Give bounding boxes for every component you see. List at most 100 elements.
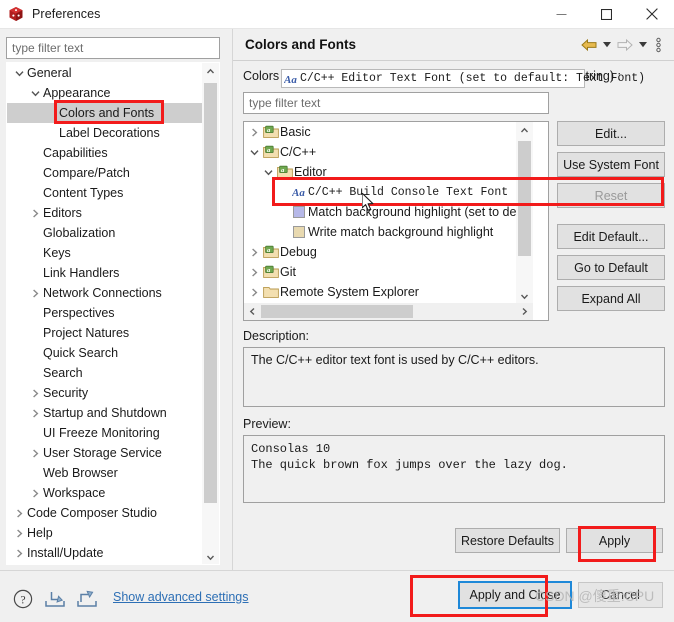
chevron-right-icon[interactable] [27, 488, 43, 498]
chevron-down-icon[interactable] [11, 70, 27, 77]
expand-all-button[interactable]: Expand All [557, 286, 665, 311]
restore-defaults-button[interactable]: Restore Defaults [455, 528, 560, 553]
font-tree-row[interactable]: Match background highlight (set to def [244, 202, 520, 222]
sidebar-item-ui-freeze-monitoring[interactable]: UI Freeze Monitoring [7, 423, 204, 443]
font-tree-vscrollbar[interactable] [516, 122, 533, 305]
sidebar-scroll-thumb[interactable] [204, 83, 217, 503]
chevron-right-icon[interactable] [247, 287, 262, 297]
go-to-default-button[interactable]: Go to Default [557, 255, 665, 280]
chevron-down-icon[interactable] [247, 149, 262, 156]
font-tree-hscroll-thumb[interactable] [261, 305, 413, 318]
folder-font-icon: a [262, 145, 280, 159]
font-tree-row[interactable]: Write match background highlight [244, 222, 516, 242]
font-tree-row[interactable]: a Basic [244, 122, 516, 142]
export-icon[interactable] [76, 588, 98, 610]
maximize-button[interactable] [584, 0, 629, 29]
font-tree-row-label: Remote System Explorer [280, 285, 419, 299]
font-tree-row[interactable]: a Debug [244, 242, 516, 262]
sidebar-item-appearance[interactable]: Appearance [7, 83, 204, 103]
chevron-down-icon[interactable] [27, 90, 43, 97]
minimize-button[interactable] [539, 0, 584, 29]
show-advanced-settings-link[interactable]: Show advanced settings [113, 590, 249, 604]
sidebar-item-quick-search[interactable]: Quick Search [7, 343, 204, 363]
question-mark-icon[interactable]: ? [12, 588, 34, 610]
font-filter-placeholder: type filter text [249, 96, 321, 110]
sidebar-scrollbar[interactable] [202, 63, 219, 564]
svg-text:?: ? [20, 594, 25, 606]
sidebar-item-startup-and-shutdown[interactable]: Startup and Shutdown [7, 403, 204, 423]
sidebar-item-perspectives[interactable]: Perspectives [7, 303, 204, 323]
font-filter-input[interactable]: type filter text [243, 92, 549, 114]
use-system-font-button[interactable]: Use System Font [557, 152, 665, 177]
chevron-right-icon[interactable] [27, 388, 43, 398]
edit-default-button[interactable]: Edit Default... [557, 224, 665, 249]
sidebar-item-keys[interactable]: Keys [7, 243, 204, 263]
sidebar-tree[interactable]: General Appearance Colors and Fonts Label D… [6, 62, 220, 565]
chevron-right-icon[interactable] [247, 267, 262, 277]
sidebar-item-project-natures[interactable]: Project Natures [7, 323, 204, 343]
sidebar-item-search[interactable]: Search [7, 363, 204, 383]
sidebar-item-help[interactable]: Help [7, 523, 204, 543]
font-tree-row[interactable]: a C/C++ [244, 142, 516, 162]
sidebar-item-colors-and-fonts[interactable]: Colors and Fonts [7, 103, 204, 123]
folder-font-icon: a [276, 165, 294, 179]
sidebar-item-general[interactable]: General [7, 63, 204, 83]
font-tree-scroll-thumb[interactable] [518, 141, 531, 256]
apply-button[interactable]: Apply [566, 528, 663, 553]
back-history-chevron-down-icon[interactable] [600, 35, 613, 55]
chevron-right-icon[interactable] [247, 247, 262, 257]
font-tree-row[interactable]: a Editor [244, 162, 516, 182]
folder-font-icon: a [262, 125, 280, 139]
font-tree-selected-item[interactable]: Aa C/C++ Editor Text Font (set to defaul… [281, 69, 645, 88]
chevron-right-icon[interactable] [11, 508, 27, 518]
sidebar-item-workspace[interactable]: Workspace [7, 483, 204, 503]
close-button[interactable] [629, 0, 674, 29]
sidebar-item-web-browser[interactable]: Web Browser [7, 463, 204, 483]
font-tree[interactable]: a Basic a C/C++ a Editor Aa C/C++ Build Console… [243, 121, 549, 321]
font-tree-hscrollbar[interactable] [244, 303, 533, 320]
hscroll-right-icon[interactable] [516, 303, 533, 320]
hscroll-left-icon[interactable] [244, 303, 261, 320]
chevron-right-icon[interactable] [27, 448, 43, 458]
edit-button[interactable]: Edit... [557, 121, 665, 146]
font-tree-row-label: Debug [280, 245, 317, 259]
font-tree-row[interactable]: Aa C/C++ Build Console Text Font (se [244, 182, 534, 202]
back-arrow-icon[interactable] [579, 35, 598, 55]
chevron-right-icon[interactable] [27, 408, 43, 418]
sidebar-item-network-connections[interactable]: Network Connections [7, 283, 204, 303]
forward-arrow-icon[interactable] [615, 35, 634, 55]
sidebar-item-globalization[interactable]: Globalization [7, 223, 204, 243]
sidebar-item-label-decorations[interactable]: Label Decorations [7, 123, 204, 143]
sidebar-item-label: Startup and Shutdown [43, 406, 167, 420]
sidebar-item-capabilities[interactable]: Capabilities [7, 143, 204, 163]
chevron-right-icon[interactable] [27, 208, 43, 218]
import-icon[interactable] [44, 588, 66, 610]
sidebar-item-install-update[interactable]: Install/Update [7, 543, 204, 563]
chevron-down-icon[interactable] [261, 169, 276, 176]
sidebar-item-editors[interactable]: Editors [7, 203, 204, 223]
sidebar-item-content-types[interactable]: Content Types [7, 183, 204, 203]
font-tree-row[interactable]: a Git [244, 262, 516, 282]
chevron-right-icon[interactable] [11, 548, 27, 558]
sidebar-item-label: Content Types [43, 186, 124, 200]
scroll-up-icon[interactable] [202, 63, 219, 80]
cancel-button[interactable]: Cancel [578, 582, 663, 608]
chevron-right-icon[interactable] [27, 288, 43, 298]
chevron-right-icon[interactable] [247, 127, 262, 137]
font-scroll-up-icon[interactable] [516, 122, 533, 139]
sidebar-item-compare-patch[interactable]: Compare/Patch [7, 163, 204, 183]
font-action-buttons: Edit... Use System Font Reset Edit Default.… [557, 121, 665, 317]
sidebar-item-code-composer-studio[interactable]: Code Composer Studio [7, 503, 204, 523]
sidebar-filter-input[interactable]: type filter text [6, 37, 220, 59]
chevron-right-icon[interactable] [11, 528, 27, 538]
sidebar-item-user-storage-service[interactable]: User Storage Service [7, 443, 204, 463]
sidebar-item-security[interactable]: Security [7, 383, 204, 403]
vertical-dots-icon[interactable] [651, 35, 665, 55]
preferences-dialog: Preferences type filter text General Appe… [0, 0, 674, 622]
forward-history-chevron-down-icon[interactable] [636, 35, 649, 55]
font-tree-row-label: C/C++ Build Console Text Font (se [308, 185, 533, 199]
scroll-down-icon[interactable] [202, 549, 219, 564]
sidebar-item-link-handlers[interactable]: Link Handlers [7, 263, 204, 283]
apply-and-close-button[interactable]: Apply and Close [458, 581, 572, 609]
font-tree-row[interactable]: Remote System Explorer [244, 282, 516, 302]
